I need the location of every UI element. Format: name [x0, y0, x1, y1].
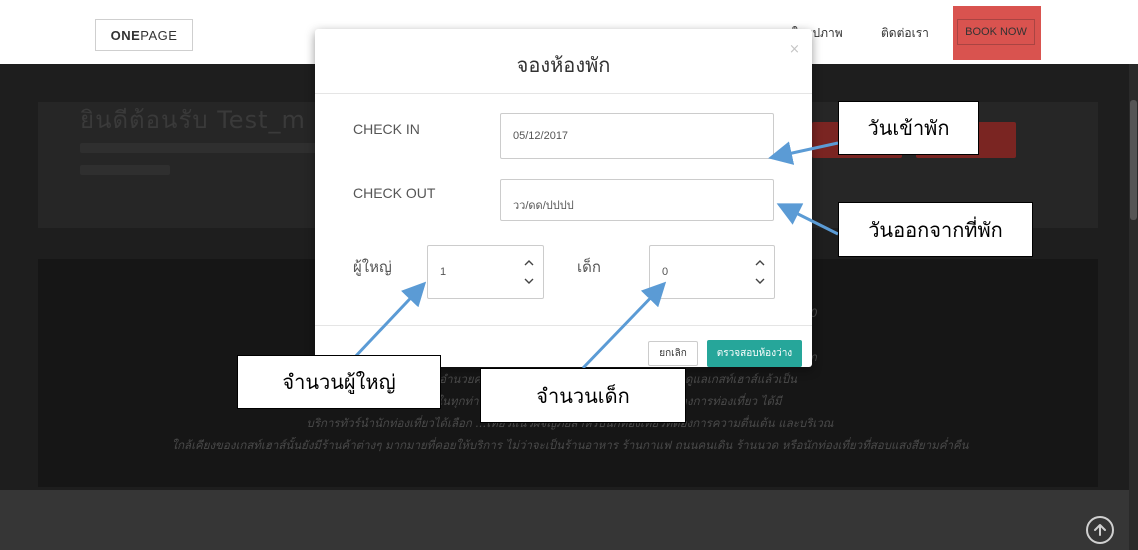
- callout-check-in: วันเข้าพัก: [838, 101, 979, 155]
- arrow-check-in: [768, 141, 839, 165]
- callout-check-out: วันออกจากที่พัก: [838, 202, 1033, 257]
- arrow-check-out: [776, 203, 839, 236]
- arrow-children: [581, 281, 667, 370]
- callout-children: จำนวนเด็ก: [480, 368, 686, 423]
- annotation-arrows: [352, 141, 839, 370]
- arrow-adults: [352, 281, 427, 360]
- callout-adults: จำนวนผู้ใหญ่: [237, 355, 441, 409]
